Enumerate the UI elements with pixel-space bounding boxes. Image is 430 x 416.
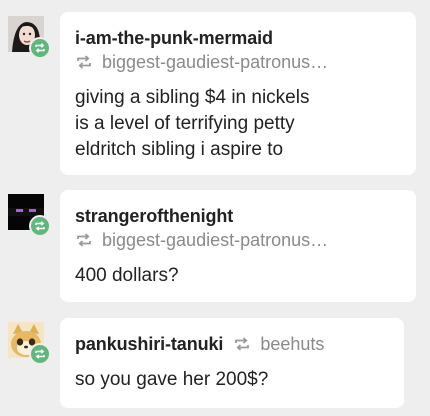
reblog-source-link[interactable]: biggest-gaudiest-patronus… xyxy=(102,52,328,73)
reblog-source: biggest-gaudiest-patronus… xyxy=(75,229,402,251)
reblog-icon xyxy=(233,335,251,353)
post-body: 400 dollars? xyxy=(75,265,179,286)
post-card: strangerofthenight biggest-gaudiest-patr… xyxy=(60,190,416,302)
reblog-badge xyxy=(29,215,51,237)
reblog-source-link[interactable]: beehuts xyxy=(260,334,324,355)
post-2-avatar-group[interactable] xyxy=(8,194,51,237)
reblog-badge xyxy=(29,343,51,365)
username-link[interactable]: pankushiri-tanuki xyxy=(75,334,223,355)
post-card: pankushiri-tanuki beehuts so you gave he… xyxy=(60,318,404,408)
post-header: strangerofthenight xyxy=(75,205,402,227)
reblog-badge xyxy=(29,37,51,59)
post-header: pankushiri-tanuki beehuts xyxy=(75,333,390,355)
post-1-avatar-group[interactable] xyxy=(8,16,51,59)
reblog-icon xyxy=(35,349,45,359)
reblog-icon xyxy=(75,53,93,71)
post-header: i-am-the-punk-mermaid xyxy=(75,27,402,49)
username-link[interactable]: i-am-the-punk-mermaid xyxy=(75,28,273,49)
post-body: giving a sibling $4 in nickels is a leve… xyxy=(75,87,310,160)
post-body: so you gave her 200$? xyxy=(75,369,269,390)
reblog-icon xyxy=(75,231,93,249)
post-card: i-am-the-punk-mermaid biggest-gaudiest-p… xyxy=(60,12,416,175)
reblog-thread: i-am-the-punk-mermaid biggest-gaudiest-p… xyxy=(0,0,430,416)
reblog-source-link[interactable]: biggest-gaudiest-patronus… xyxy=(102,230,328,251)
reblog-source: biggest-gaudiest-patronus… xyxy=(75,51,402,73)
reblog-icon xyxy=(35,221,45,231)
username-link[interactable]: strangerofthenight xyxy=(75,206,233,227)
reblog-icon xyxy=(35,43,45,53)
post-3-avatar-group[interactable] xyxy=(8,322,51,365)
